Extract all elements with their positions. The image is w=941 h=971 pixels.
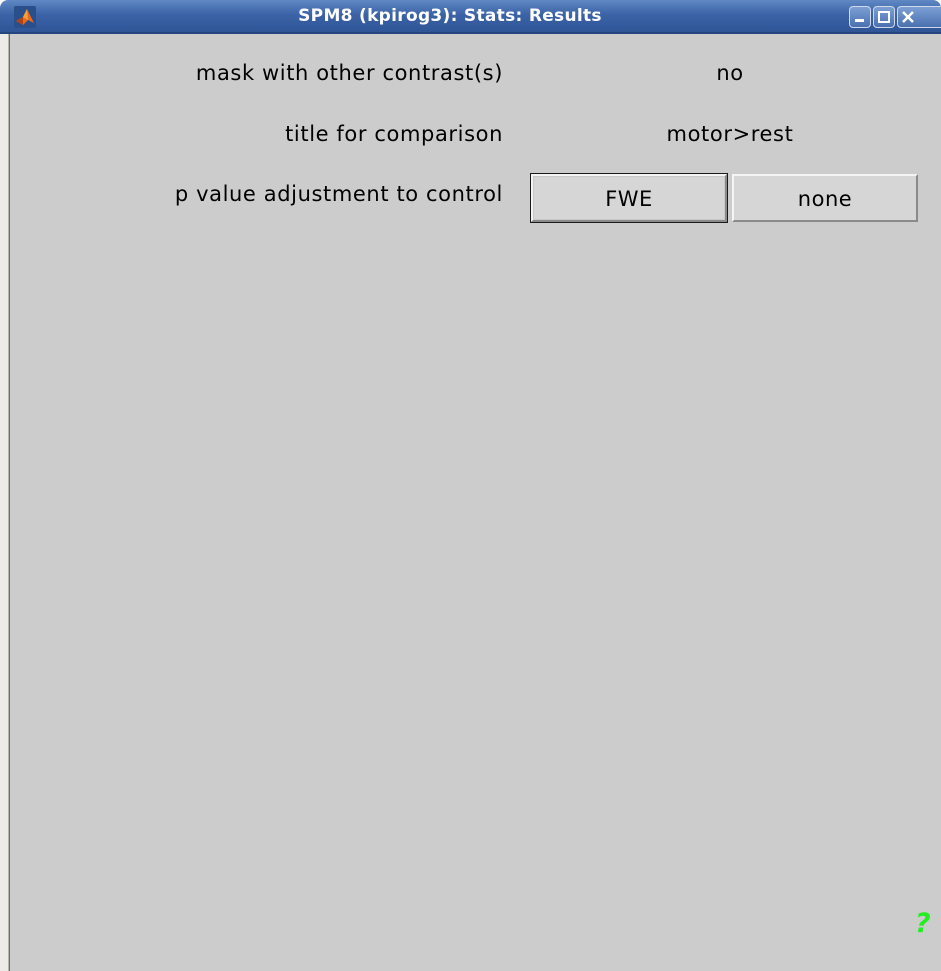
- window-frame-left: [0, 34, 9, 971]
- help-button[interactable]: ?: [915, 908, 931, 939]
- close-button[interactable]: [897, 6, 941, 28]
- minimize-button[interactable]: [849, 6, 871, 28]
- comparison-title-label: title for comparison: [285, 122, 503, 146]
- maximize-icon: [878, 11, 890, 23]
- title-bar[interactable]: SPM8 (kpirog3): Stats: Results: [0, 0, 941, 34]
- maximize-button[interactable]: [873, 6, 895, 28]
- mask-contrast-value: no: [716, 61, 744, 85]
- spm-results-window: SPM8 (kpirog3): Stats: Results mask with…: [0, 0, 941, 971]
- results-panel: mask with other contrast(s) no title for…: [10, 34, 941, 971]
- fwe-button[interactable]: FWE: [530, 173, 728, 223]
- comparison-title-value: motor>rest: [666, 122, 794, 146]
- none-button[interactable]: none: [732, 174, 918, 222]
- close-icon: [902, 11, 914, 23]
- mask-contrast-label: mask with other contrast(s): [195, 61, 503, 85]
- window-title: SPM8 (kpirog3): Stats: Results: [298, 6, 602, 26]
- minimize-icon: [855, 19, 864, 22]
- p-adjustment-label: p value adjustment to control: [174, 182, 503, 206]
